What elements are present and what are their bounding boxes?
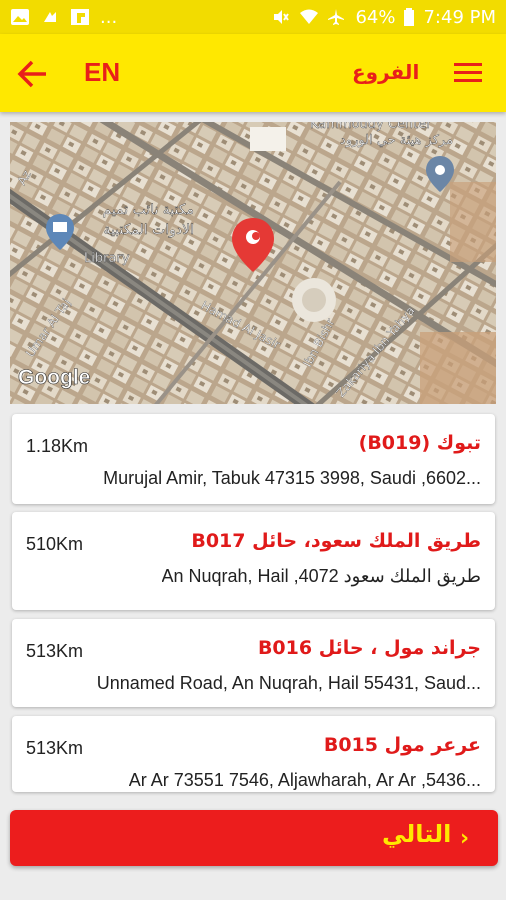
branch-address: Ar Ar 73551 7546, Aljawharah, Ar Ar ,543…	[128, 770, 481, 790]
map-label-library-ar-1: مكتبة نائب تميم	[103, 202, 194, 218]
language-toggle[interactable]: EN	[84, 57, 120, 88]
next-button[interactable]: التالي ›	[10, 810, 498, 866]
mute-icon	[271, 8, 291, 26]
more-icon: ...	[100, 6, 118, 28]
map-label-library-en: Library	[84, 251, 130, 266]
next-button-label: التالي	[382, 820, 452, 848]
app-bar: EN الفروع	[0, 34, 506, 112]
chevron-right-icon: ›	[460, 826, 470, 851]
branch-address: Unnamed Road, An Nuqrah, Hail 55431, Sau…	[96, 673, 481, 693]
page-title: الفروع	[352, 60, 420, 84]
google-logo: Google	[18, 366, 90, 389]
branch-name: طريق الملك سعود، حائل B017	[191, 530, 481, 552]
battery-icon	[403, 8, 415, 26]
status-bar: ... 64% 7:49 PM	[0, 0, 506, 34]
back-arrow-icon[interactable]	[14, 56, 54, 92]
settings-icon	[40, 8, 60, 26]
branch-card[interactable]: 513Km جراند مول ، حائل B016 Unnamed Road…	[12, 619, 495, 707]
hamburger-menu-icon[interactable]	[452, 60, 486, 86]
battery-percent: 64%	[355, 6, 396, 28]
branches-map[interactable]: مكتبة نائب تميم الادوات المكتبية Library…	[10, 122, 496, 404]
branch-card[interactable]: 1.18Km تبوك (B019) Murujal Amir, Tabuk 4…	[12, 414, 495, 504]
branch-address: An Nuqrah, Hail ,4072 طريق الملك سعود	[161, 566, 482, 586]
branch-distance: 513Km	[26, 641, 84, 661]
map-label-top-center-en: Kammoudy Center	[310, 122, 432, 132]
map-label-library-ar-2: الادوات المكتبية	[103, 222, 194, 238]
wifi-icon	[299, 8, 319, 26]
map-label-top-center-ar: مركز هيئة حي الورود	[340, 133, 453, 148]
airplane-icon	[327, 8, 347, 26]
branch-address: Murujal Amir, Tabuk 47315 3998, Saudi ,6…	[103, 468, 481, 488]
branch-name: تبوك (B019)	[358, 432, 481, 454]
flipboard-icon	[70, 8, 90, 26]
clock: 7:49 PM	[423, 6, 496, 28]
branch-name: عرعر مول B015	[323, 734, 481, 756]
branch-distance: 513Km	[26, 738, 84, 758]
branch-card[interactable]: 510Km طريق الملك سعود، حائل B017 An Nuqr…	[12, 512, 495, 610]
branch-distance: 510Km	[26, 534, 84, 554]
branch-distance: 1.18Km	[26, 436, 89, 456]
branch-card[interactable]: 513Km عرعر مول B015 Ar Ar 73551 7546, Al…	[12, 716, 495, 792]
branch-name: جراند مول ، حائل B016	[257, 637, 481, 659]
image-icon	[10, 8, 30, 26]
